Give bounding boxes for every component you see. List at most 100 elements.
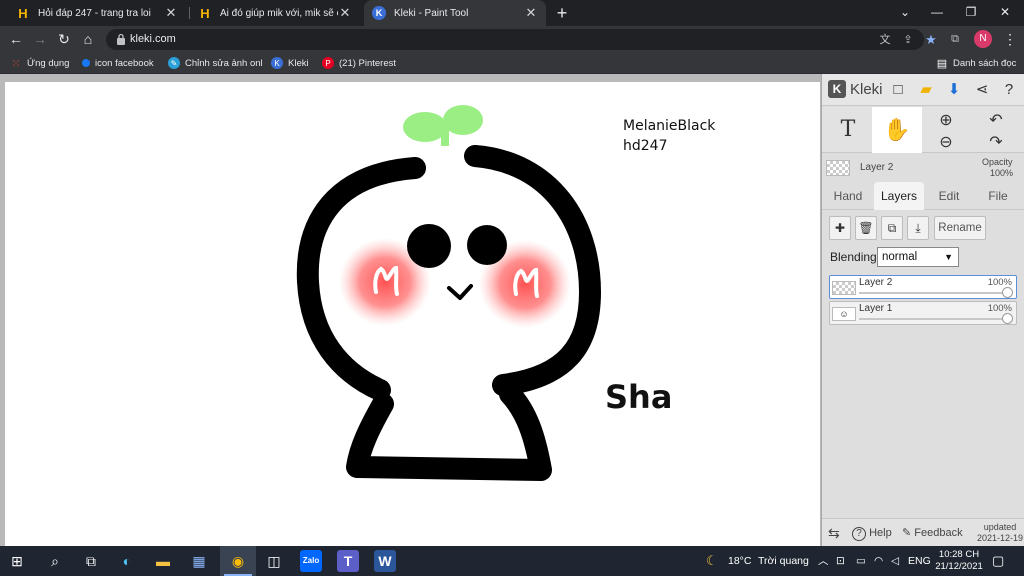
delete-layer-icon[interactable]: 🗑 xyxy=(855,216,877,240)
system-clock[interactable]: 10:28 CH 21/12/2021 xyxy=(934,549,984,573)
layer-name: Layer 2 xyxy=(859,277,893,288)
feedback-label: Feedback xyxy=(914,527,963,539)
file-explorer-icon[interactable]: ▬ xyxy=(152,550,174,572)
layer-item-layer-1[interactable]: ☺ Layer 1 100% xyxy=(829,301,1017,325)
tab-title: Ai đó giúp mik với, mik sẽ cho 5s xyxy=(220,7,338,19)
back-arrow-icon[interactable]: ← xyxy=(6,29,26,49)
teams-icon[interactable]: T xyxy=(337,550,359,572)
help-link[interactable]: ? Help xyxy=(852,519,892,547)
bookmark-label: Kleki xyxy=(288,57,309,69)
weather-moon-icon[interactable]: ☾ xyxy=(706,546,718,576)
opacity-slider-handle[interactable] xyxy=(1002,287,1013,298)
layer-item-layer-2[interactable]: Layer 2 100% xyxy=(829,275,1017,299)
camera-icon[interactable]: ◫ xyxy=(263,550,285,572)
updated-date: 2021-12-19 xyxy=(977,533,1024,543)
mouth xyxy=(447,284,473,300)
browser-tab-strip: H Hỏi đáp 247 - trang tra loi ✕ H Ai đó … xyxy=(0,0,1024,26)
bookmark-kleki[interactable]: K Kleki xyxy=(271,55,309,71)
close-icon[interactable]: ✕ xyxy=(524,5,538,21)
task-view-icon[interactable]: ⧉ xyxy=(80,550,102,572)
tab-kleki[interactable]: K Kleki - Paint Tool ✕ xyxy=(364,0,546,26)
restore-icon[interactable]: ❐ xyxy=(954,0,988,26)
browser-toolbar: ← → ↻ ⌂ kleki.com 文 ⇪ ★ ⧉ xyxy=(0,26,1024,52)
merge-layer-icon[interactable]: ⤓ xyxy=(907,216,929,240)
input-language[interactable]: ENG xyxy=(908,546,931,576)
blending-value: normal xyxy=(882,251,918,263)
kleki-logo: K Kleki xyxy=(828,80,883,98)
weather-temp[interactable]: 18°C xyxy=(728,546,751,576)
layer-opacity-slider[interactable] xyxy=(859,292,1006,294)
close-icon[interactable]: ✕ xyxy=(338,5,352,21)
tray-chevron-up-icon[interactable]: ︿ xyxy=(818,546,829,576)
panel-footer: ⇆ ? Help ✎ Feedback updated 2021-12-19 xyxy=(822,518,1024,546)
notifications-icon[interactable]: ▢ xyxy=(992,546,1004,576)
bookmark-apps[interactable]: ⁙ Ứng dụng xyxy=(10,55,69,71)
blending-select[interactable]: normal ▼ xyxy=(877,247,959,267)
forward-arrow-icon[interactable]: → xyxy=(30,29,50,49)
help-circle-icon[interactable]: ? xyxy=(999,80,1019,100)
close-icon[interactable]: ✕ xyxy=(164,5,178,21)
open-folder-icon[interactable]: ▰ xyxy=(916,80,936,100)
reload-icon[interactable]: ↻ xyxy=(54,29,74,49)
share-icon[interactable]: ⇪ xyxy=(899,31,917,49)
drawing-canvas[interactable]: MelanieBlack hd247 Sha xyxy=(5,82,820,546)
tab-hoidap-247[interactable]: H Hỏi đáp 247 - trang tra loi ✕ xyxy=(8,0,186,26)
opacity-slider-handle[interactable] xyxy=(1002,313,1013,324)
translate-icon[interactable]: 文 xyxy=(876,31,894,49)
browser-menu-icon[interactable]: ⋮ xyxy=(1002,29,1018,49)
rename-button[interactable]: Rename xyxy=(934,216,986,240)
current-layer-name: Layer 2 xyxy=(860,162,894,173)
tab-hand[interactable]: Hand xyxy=(826,182,870,210)
tab-layers[interactable]: Layers xyxy=(874,182,924,210)
volume-icon[interactable]: ◁ xyxy=(891,546,899,576)
windows-start-icon[interactable]: ⊞ xyxy=(6,550,28,572)
reading-list-icon: ▤ xyxy=(936,57,948,70)
tab-file[interactable]: File xyxy=(976,182,1020,210)
address-bar[interactable]: kleki.com 文 ⇪ ★ xyxy=(106,29,937,50)
clock-time: 10:28 CH xyxy=(938,549,980,560)
undo-redo-icons[interactable]: ↶ ↷ xyxy=(974,107,1018,153)
close-window-icon[interactable]: ✕ xyxy=(988,0,1022,26)
minimize-icon[interactable]: — xyxy=(920,0,954,26)
zalo-icon[interactable]: Zalo xyxy=(300,550,322,572)
signature-text: MelanieBlack hd247 xyxy=(623,116,715,156)
extensions-icon[interactable]: ⧉ xyxy=(946,30,964,48)
new-image-icon[interactable]: □ xyxy=(888,80,908,100)
weather-desc[interactable]: Trời quang xyxy=(758,546,809,576)
tab-search-icon[interactable]: ⌄ xyxy=(888,0,922,26)
share-icon[interactable]: ⋖ xyxy=(972,80,992,100)
zoom-icons[interactable]: ⊕ ⊖ xyxy=(926,107,966,153)
signature-line-1: MelanieBlack xyxy=(623,118,716,134)
reading-list[interactable]: ▤ Danh sách đọc xyxy=(936,55,1017,71)
tab-ai-do-giup[interactable]: H Ai đó giúp mik với, mik sẽ cho 5s ✕ xyxy=(190,0,360,26)
bookmark-pinterest[interactable]: P (21) Pinterest xyxy=(322,55,396,71)
bookmark-label: (21) Pinterest xyxy=(339,57,397,69)
bookmark-photo-edit[interactable]: ✎ Chỉnh sửa ảnh onl xyxy=(168,55,263,71)
updated-info[interactable]: updated 2021-12-19 xyxy=(977,522,1023,544)
bookmark-icon-facebook[interactable]: icon facebook xyxy=(82,55,154,71)
new-tab-button[interactable]: + xyxy=(552,3,572,23)
edge-icon[interactable]: ◐ xyxy=(116,550,138,572)
word-icon[interactable]: W xyxy=(374,550,396,572)
layer-thumbnail xyxy=(832,281,856,295)
opacity-label: Opacity xyxy=(982,157,1013,167)
home-icon[interactable]: ⌂ xyxy=(78,29,98,49)
swap-side-icon[interactable]: ⇆ xyxy=(828,519,840,547)
download-icon[interactable]: ⬇ xyxy=(944,80,964,100)
tab-edit[interactable]: Edit xyxy=(928,182,970,210)
duplicate-layer-icon[interactable]: ⧉ xyxy=(881,216,903,240)
profile-avatar[interactable]: N xyxy=(974,30,992,48)
layer-opacity-slider[interactable] xyxy=(859,318,1006,320)
tray-app-icon[interactable]: ⊡ xyxy=(836,546,845,576)
text-tool-icon[interactable]: T xyxy=(828,107,868,153)
network-icon[interactable]: ▭ xyxy=(856,546,866,576)
bookmark-star-icon[interactable]: ★ xyxy=(922,31,940,49)
search-icon[interactable]: ⌕ xyxy=(44,550,66,572)
wifi-icon[interactable]: ◠ xyxy=(874,546,883,576)
add-layer-icon[interactable]: ✚ xyxy=(829,216,851,240)
store-icon[interactable]: ▦ xyxy=(188,550,210,572)
hand-tool-icon[interactable]: ✋ xyxy=(872,107,922,153)
chrome-icon[interactable]: ◉ xyxy=(227,550,249,572)
tab-title: Kleki - Paint Tool xyxy=(394,7,469,19)
feedback-link[interactable]: ✎ Feedback xyxy=(902,519,963,547)
